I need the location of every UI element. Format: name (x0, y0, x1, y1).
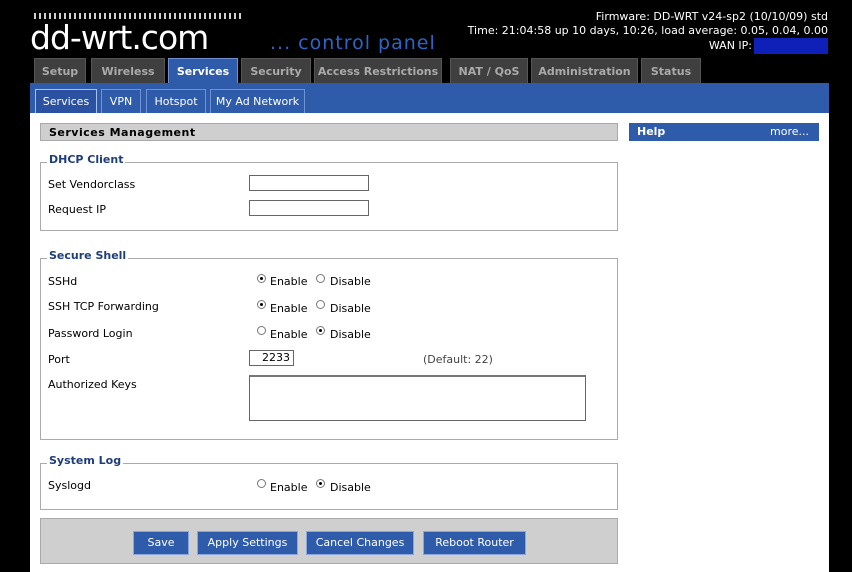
help-more-link[interactable]: more... (770, 123, 809, 141)
sshd-disable-label: Disable (330, 275, 371, 288)
sshd-enable-radio[interactable] (257, 274, 266, 283)
uptime-text: Time: 21:04:58 up 10 days, 10:26, load a… (467, 24, 828, 37)
wan-ip-value (754, 38, 828, 54)
system-log-section: System Log Syslogd Enable Disable (40, 454, 618, 510)
reboot-router-button[interactable]: Reboot Router (423, 531, 526, 555)
port-label: Port (48, 353, 70, 366)
subtab-services[interactable]: Services (35, 89, 97, 113)
help-header: Help more... (629, 123, 819, 141)
authorized-keys-textarea[interactable] (249, 375, 586, 421)
subtab-vpn[interactable]: VPN (101, 89, 141, 113)
wan-ip: WAN IP: (468, 38, 828, 54)
sshd-label: SSHd (48, 275, 78, 288)
tcp-fwd-disable-label: Disable (330, 302, 371, 315)
ssh-tcp-forwarding-label: SSH TCP Forwarding (48, 300, 159, 313)
request-ip-label: Request IP (48, 203, 107, 216)
syslogd-label: Syslogd (48, 479, 91, 492)
dhcp-client-section: DHCP Client Set Vendorclass Request IP (40, 153, 618, 231)
request-ip-input[interactable] (249, 200, 369, 216)
password-login-label: Password Login (48, 327, 133, 340)
tab-status[interactable]: Status (641, 58, 701, 83)
port-input[interactable]: 2233 (249, 350, 294, 366)
vendorclass-label: Set Vendorclass (48, 178, 136, 191)
tab-setup[interactable]: Setup (34, 58, 86, 83)
tab-nat-qos[interactable]: NAT / QoS (450, 58, 528, 83)
help-title: Help (637, 125, 666, 138)
subtab-hotspot[interactable]: Hotspot (146, 89, 206, 113)
secure-shell-section: Secure Shell SSHd Enable Disable SSH TCP… (40, 249, 618, 440)
syslogd-disable-radio[interactable] (316, 479, 325, 488)
sshd-disable-radio[interactable] (316, 274, 325, 283)
tab-administration[interactable]: Administration (531, 58, 638, 83)
tcp-fwd-enable-label: Enable (270, 302, 308, 315)
syslogd-enable-radio[interactable] (257, 479, 266, 488)
header: dd-wrt.com ... control panel Firmware: D… (0, 0, 852, 58)
firmware-text: Firmware: DD-WRT v24-sp2 (10/10/09) std (595, 10, 828, 23)
apply-settings-button[interactable]: Apply Settings (197, 531, 298, 555)
tab-services[interactable]: Services (168, 58, 238, 83)
tcp-fwd-disable-radio[interactable] (316, 300, 325, 309)
tcp-fwd-enable-radio[interactable] (257, 300, 266, 309)
cancel-changes-button[interactable]: Cancel Changes (306, 531, 414, 555)
tab-access-restrictions[interactable]: Access Restrictions (314, 58, 442, 83)
port-default-hint: (Default: 22) (423, 353, 493, 366)
authorized-keys-label: Authorized Keys (48, 378, 137, 391)
subtab-my-ad-network[interactable]: My Ad Network (210, 89, 305, 113)
content-area: Services Management Help more... DHCP Cl… (30, 113, 829, 572)
sshd-enable-label: Enable (270, 275, 308, 288)
logo: dd-wrt.com (30, 18, 209, 57)
vendorclass-input[interactable] (249, 175, 369, 191)
tab-security[interactable]: Security (241, 58, 311, 83)
control-panel-subtitle: ... control panel (270, 32, 436, 54)
dhcp-client-legend: DHCP Client (47, 153, 126, 166)
pw-login-disable-label: Disable (330, 328, 371, 341)
pw-login-enable-label: Enable (270, 328, 308, 341)
secure-shell-legend: Secure Shell (47, 249, 129, 262)
system-log-legend: System Log (47, 454, 124, 467)
pw-login-enable-radio[interactable] (257, 326, 266, 335)
tab-wireless[interactable]: Wireless (91, 58, 165, 83)
action-bar: Save Apply Settings Cancel Changes Reboo… (40, 518, 618, 564)
syslogd-enable-label: Enable (270, 481, 308, 494)
subtab-bar: Services VPN Hotspot My Ad Network (30, 83, 829, 113)
syslogd-disable-label: Disable (330, 481, 371, 494)
save-button[interactable]: Save (133, 531, 189, 555)
pw-login-disable-radio[interactable] (316, 326, 325, 335)
page-title: Services Management (40, 123, 618, 141)
firmware-info: Firmware: DD-WRT v24-sp2 (10/10/09) std … (468, 10, 828, 54)
